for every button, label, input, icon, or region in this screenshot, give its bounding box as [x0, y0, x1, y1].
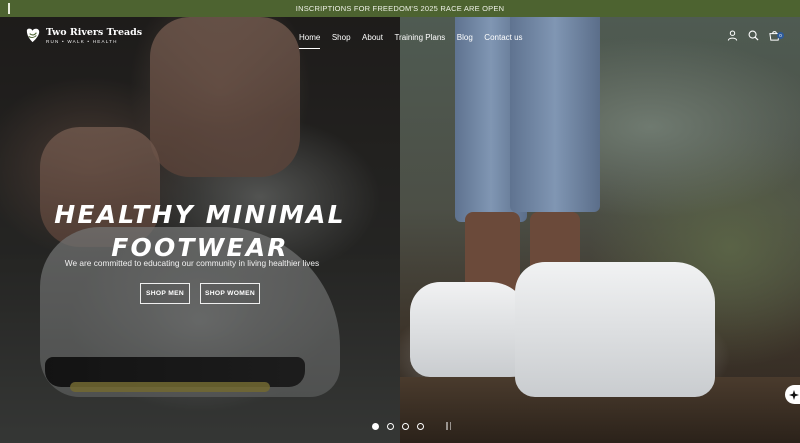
hero-image-right: [400, 17, 800, 443]
nav-item-training-plans[interactable]: Training Plans: [394, 32, 445, 46]
hero-slideshow: HEALTHY MINIMAL FOOTWEAR: [0, 17, 800, 443]
nav-item-shop[interactable]: Shop: [332, 32, 351, 46]
nav-item-about[interactable]: About: [362, 32, 383, 46]
shop-men-button[interactable]: SHOP MEN: [140, 283, 190, 304]
hero-title: HEALTHY MINIMAL FOOTWEAR: [0, 198, 400, 264]
main-nav: Home Shop About Training Plans Blog Cont…: [299, 32, 534, 49]
cart-count-badge: 0: [777, 32, 784, 39]
site-header: Two Rivers Treads RUN • WALK • HEALTH Ho…: [0, 17, 800, 61]
announcement-text[interactable]: INSCRIPTIONS FOR FREEDOM'S 2025 RACE ARE…: [296, 4, 504, 13]
shop-women-button[interactable]: SHOP WOMEN: [200, 283, 260, 304]
chat-widget-button[interactable]: [785, 385, 800, 404]
nav-item-home[interactable]: Home: [299, 32, 321, 49]
slider-dot-2[interactable]: [387, 422, 394, 430]
header-icons: 0: [727, 30, 784, 41]
nav-item-contact-us[interactable]: Contact us: [484, 32, 522, 46]
pause-icon[interactable]: [446, 422, 451, 430]
user-icon[interactable]: [727, 30, 738, 41]
hero-subtitle: We are committed to educating our commun…: [64, 258, 320, 268]
logo-name: Two Rivers Treads: [46, 26, 143, 38]
logo-tagline: RUN • WALK • HEALTH: [46, 38, 118, 44]
announcement-bar: INSCRIPTIONS FOR FREEDOM'S 2025 RACE ARE…: [0, 0, 800, 17]
slider-controls: [372, 422, 451, 430]
slider-dot-3[interactable]: [402, 422, 409, 430]
sneaker-shape: [410, 282, 530, 377]
cart-button[interactable]: 0: [769, 30, 784, 41]
nav-item-blog[interactable]: Blog: [457, 32, 473, 46]
logo-mark-icon: [26, 28, 40, 43]
site-logo[interactable]: Two Rivers Treads RUN • WALK • HEALTH: [24, 26, 142, 45]
announcement-marker: [8, 3, 10, 14]
sparkle-icon: [789, 389, 799, 400]
search-icon[interactable]: [748, 30, 759, 41]
sneaker-shape: [515, 262, 715, 397]
slider-dot-4[interactable]: [417, 422, 424, 430]
hero-title-line1: HEALTHY MINIMAL: [54, 200, 346, 229]
slider-dot-1[interactable]: [372, 422, 379, 430]
